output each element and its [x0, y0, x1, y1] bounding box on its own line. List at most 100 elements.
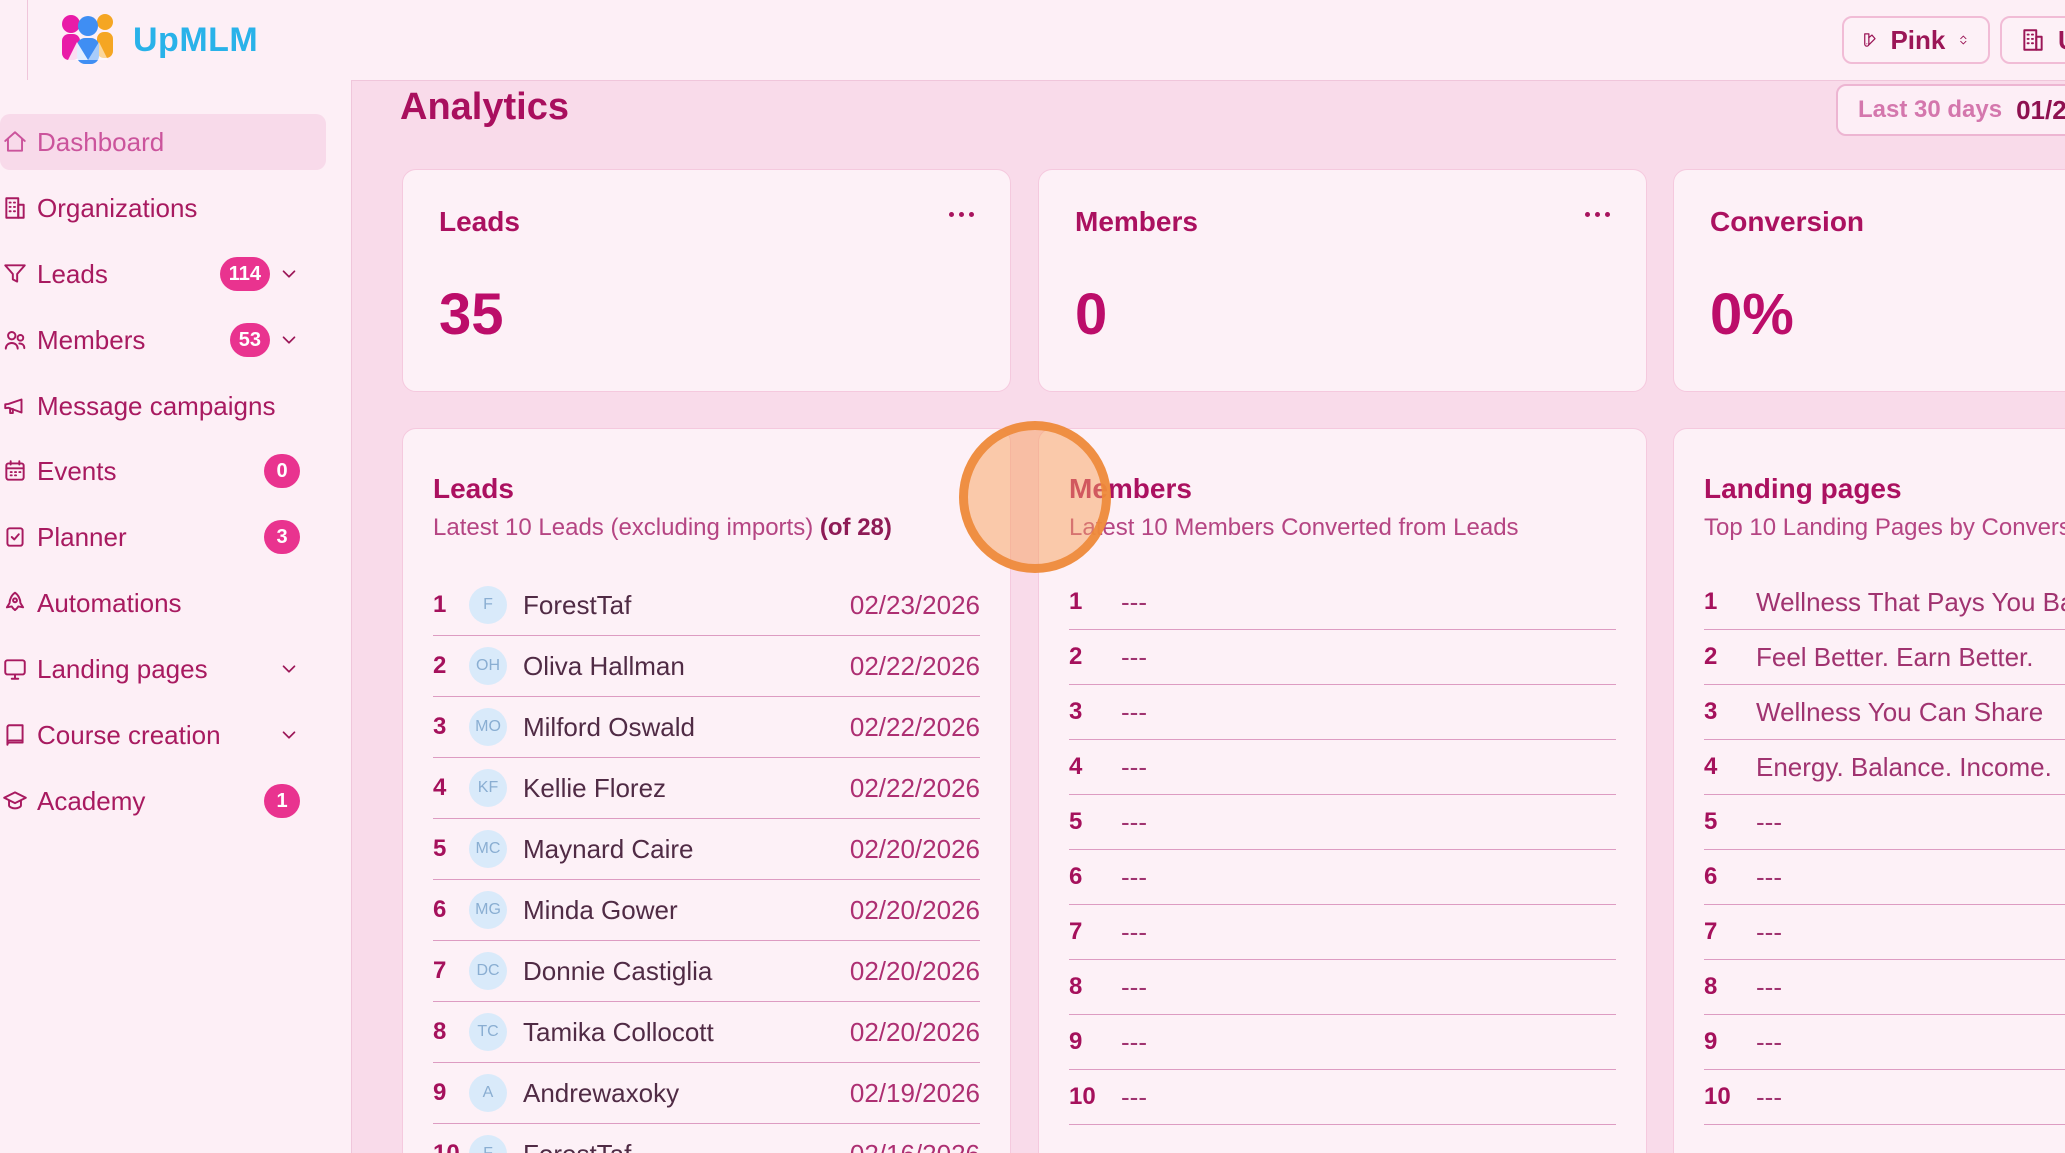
lead-row[interactable]: 1 F ForestTaf 02/23/2026: [433, 575, 980, 636]
megaphone-icon: [2, 393, 28, 419]
lead-name: Andrewaxoky: [523, 1078, 850, 1109]
lead-row[interactable]: 10 F ForestTaf 02/16/2026: [433, 1124, 980, 1153]
lead-date: 02/22/2026: [850, 651, 980, 682]
member-value: ---: [1121, 972, 1147, 1003]
row-rank: 4: [1704, 753, 1734, 781]
members-list: 1 --- 2 --- 3 --- 4 --- 5 --- 6 ---: [1069, 575, 1616, 1125]
lead-name: Kellie Florez: [523, 773, 850, 804]
lead-name: ForestTaf: [523, 590, 850, 621]
member-row: 6 ---: [1069, 850, 1616, 905]
avatar: F: [469, 1135, 507, 1153]
lead-name: Maynard Caire: [523, 834, 850, 865]
stat-value: 0: [1075, 286, 1610, 344]
landing-page-row: 8 ---: [1704, 960, 2065, 1015]
landing-page-row[interactable]: 3 Wellness You Can Share: [1704, 685, 2065, 740]
avatar: A: [469, 1074, 507, 1112]
row-rank: 6: [1704, 863, 1734, 891]
row-rank: 1: [1069, 588, 1099, 616]
landing-page-title: Wellness You Can Share: [1756, 697, 2043, 728]
sidebar-item-academy[interactable]: Academy 1: [0, 773, 340, 829]
row-rank: 8: [1069, 973, 1099, 1001]
avatar: MG: [469, 891, 507, 929]
chevron-down-icon[interactable]: [278, 724, 300, 746]
planner-icon: [2, 524, 28, 550]
building-icon: [2, 195, 28, 221]
ellipsis-menu-icon[interactable]: [1585, 212, 1610, 217]
upmlm-people-icon: [55, 12, 119, 68]
lead-row[interactable]: 5 MC Maynard Caire 02/20/2026: [433, 819, 980, 880]
calendar-icon: [2, 458, 28, 484]
sidebar-item-label: Academy: [37, 786, 256, 817]
row-rank: 2: [433, 652, 463, 680]
panel-subtitle: Latest 10 Members Converted from Leads: [1069, 514, 1616, 542]
sidebar-item-events[interactable]: Events 0: [0, 443, 340, 499]
row-rank: 4: [433, 774, 463, 802]
sidebar-item-landing-pages[interactable]: Landing pages: [0, 641, 340, 697]
panel-subtitle-count: (of 28): [820, 514, 892, 541]
lead-row[interactable]: 2 OH Oliva Hallman 02/22/2026: [433, 636, 980, 697]
lead-name: Milford Oswald: [523, 712, 850, 743]
lead-row[interactable]: 3 MO Milford Oswald 02/22/2026: [433, 697, 980, 758]
sidebar-item-dashboard[interactable]: Dashboard: [0, 114, 326, 170]
row-rank: 5: [1069, 808, 1099, 836]
landing-page-row: 6 ---: [1704, 850, 2065, 905]
sidebar-item-label: Events: [37, 456, 256, 487]
chevron-updown-icon: [1957, 29, 1970, 51]
members-list-panel: Members Latest 10 Members Converted from…: [1038, 428, 1647, 1153]
lead-row[interactable]: 7 DC Donnie Castiglia 02/20/2026: [433, 941, 980, 1002]
header-divider: [27, 0, 28, 80]
chevron-down-icon[interactable]: [278, 263, 300, 285]
row-rank: 7: [1704, 918, 1734, 946]
sidebar-item-label: Message campaigns: [37, 391, 300, 422]
row-rank: 1: [1704, 588, 1734, 616]
sidebar-item-leads[interactable]: Leads 114: [0, 246, 340, 302]
row-rank: 10: [1704, 1083, 1734, 1111]
sidebar-item-label: Landing pages: [37, 654, 270, 685]
lead-row[interactable]: 4 KF Kellie Florez 02/22/2026: [433, 758, 980, 819]
row-rank: 8: [433, 1018, 463, 1046]
landing-page-row[interactable]: 1 Wellness That Pays You Back: [1704, 575, 2065, 630]
member-row: 2 ---: [1069, 630, 1616, 685]
sidebar-item-planner[interactable]: Planner 3: [0, 509, 340, 565]
row-rank: 8: [1704, 973, 1734, 1001]
academy-count-badge: 1: [264, 784, 300, 818]
theme-select-button[interactable]: Pink: [1842, 16, 1990, 64]
landing-page-row: 5 ---: [1704, 795, 2065, 850]
member-row: 9 ---: [1069, 1015, 1616, 1070]
landing-page-row: 9 ---: [1704, 1015, 2065, 1070]
organization-switcher-button[interactable]: U: [2000, 16, 2065, 64]
sidebar-item-members[interactable]: Members 53: [0, 312, 340, 368]
landing-page-row[interactable]: 2 Feel Better. Earn Better.: [1704, 630, 2065, 685]
lead-row[interactable]: 6 MG Minda Gower 02/20/2026: [433, 880, 980, 941]
member-row: 7 ---: [1069, 905, 1616, 960]
date-range-picker[interactable]: Last 30 days 01/25/20: [1836, 84, 2065, 136]
member-row: 5 ---: [1069, 795, 1616, 850]
avatar: KF: [469, 769, 507, 807]
row-rank: 6: [433, 896, 463, 924]
ellipsis-menu-icon[interactable]: [949, 212, 974, 217]
landing-page-row[interactable]: 4 Energy. Balance. Income.: [1704, 740, 2065, 795]
landing-page-title: ---: [1756, 917, 1782, 948]
graduation-cap-icon: [2, 788, 28, 814]
row-rank: 6: [1069, 863, 1099, 891]
row-rank: 3: [433, 713, 463, 741]
lead-row[interactable]: 8 TC Tamika Collocott 02/20/2026: [433, 1002, 980, 1063]
brand-logo[interactable]: UpMLM: [55, 12, 258, 68]
chevron-down-icon[interactable]: [278, 329, 300, 351]
sidebar-item-message-campaigns[interactable]: Message campaigns: [0, 378, 340, 434]
lead-date: 02/20/2026: [850, 956, 980, 987]
member-value: ---: [1121, 1082, 1147, 1113]
sidebar-item-course-creation[interactable]: Course creation: [0, 707, 340, 763]
lead-row[interactable]: 9 A Andrewaxoky 02/19/2026: [433, 1063, 980, 1124]
panel-subtitle: Top 10 Landing Pages by Conversions: [1704, 514, 2065, 542]
row-rank: 9: [433, 1079, 463, 1107]
sidebar-item-automations[interactable]: Automations: [0, 575, 340, 631]
lead-name: Tamika Collocott: [523, 1017, 850, 1048]
panel-title: Leads: [433, 473, 980, 505]
members-count-badge: 53: [230, 323, 270, 357]
chevron-down-icon[interactable]: [278, 658, 300, 680]
lead-date: 02/20/2026: [850, 834, 980, 865]
row-rank: 9: [1069, 1028, 1099, 1056]
sidebar-item-organizations[interactable]: Organizations: [0, 180, 340, 236]
sidebar-item-label: Organizations: [37, 193, 300, 224]
